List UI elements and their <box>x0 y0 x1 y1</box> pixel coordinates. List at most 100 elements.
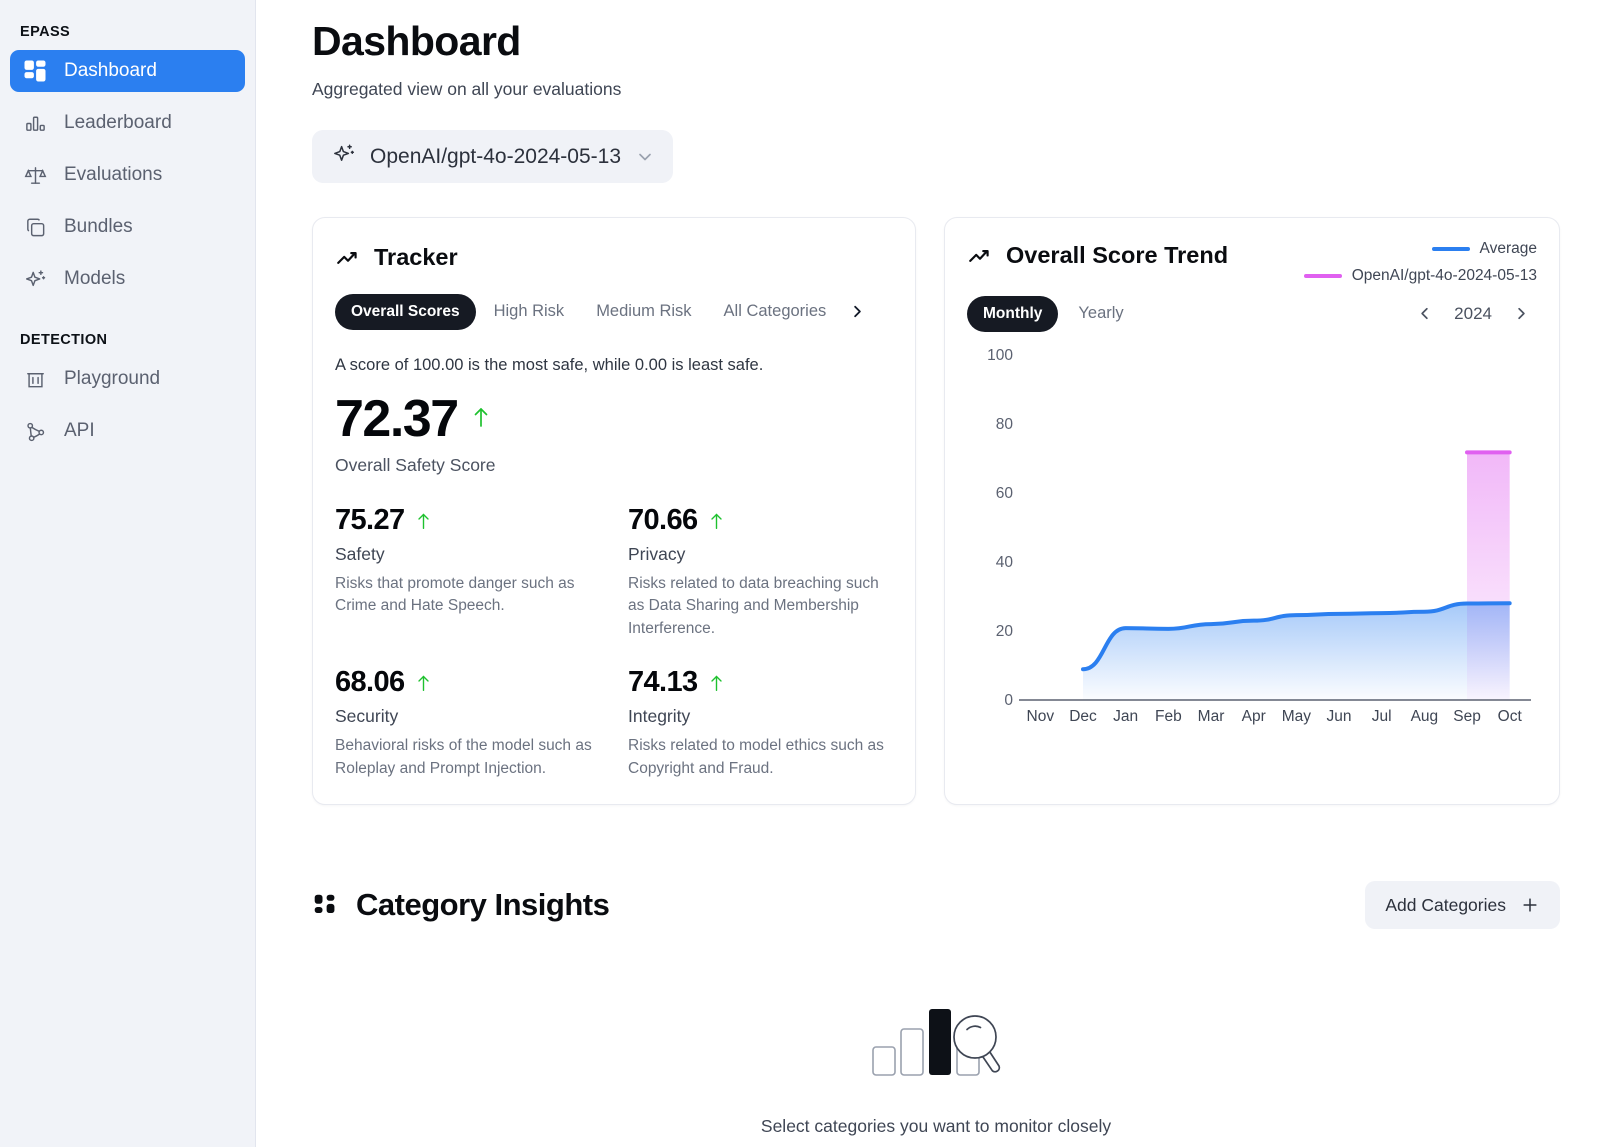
x-tick-label: Sep <box>1453 708 1481 725</box>
chevron-right-icon[interactable] <box>1512 304 1531 323</box>
main-content: Dashboard Aggregated view on all your ev… <box>256 0 1600 1147</box>
granularity-yearly[interactable]: Yearly <box>1064 295 1137 332</box>
year-value: 2024 <box>1454 303 1492 323</box>
category-insights-title-group: Category Insights <box>312 887 610 923</box>
trend-up-arrow-icon <box>709 674 724 692</box>
trend-up-arrow-icon <box>709 512 724 530</box>
playground-icon <box>22 366 48 392</box>
sidebar-item-label: Models <box>64 268 126 289</box>
trending-up-icon <box>967 243 993 269</box>
x-tick-label: Dec <box>1069 708 1097 725</box>
y-tick-label: 0 <box>1004 692 1013 709</box>
x-tick-label: May <box>1281 708 1312 725</box>
metric-name: Safety <box>335 544 385 564</box>
sidebar-item-label: Bundles <box>64 216 133 237</box>
y-tick-label: 20 <box>995 623 1013 640</box>
trend-chart: 100 80 60 40 20 0 Nov Dec Jan Feb Mar Ap… <box>967 347 1539 746</box>
metric-value: 70.66 <box>628 504 698 536</box>
model-selector[interactable]: OpenAI/gpt-4o-2024-05-13 <box>312 130 674 183</box>
year-navigator: 2024 <box>1415 304 1539 324</box>
granularity-monthly[interactable]: Monthly <box>967 295 1059 332</box>
sidebar-item-label: API <box>64 420 95 441</box>
y-tick-label: 60 <box>995 485 1013 502</box>
sidebar-item-models[interactable]: Models <box>10 258 245 300</box>
trending-up-icon <box>335 245 361 271</box>
y-tick-label: 40 <box>995 554 1013 571</box>
chart-legend: Average OpenAI/gpt-4o-2024-05-13 <box>1303 240 1537 294</box>
scales-icon <box>22 162 48 188</box>
sidebar-item-evaluations[interactable]: Evaluations <box>10 154 245 196</box>
sidebar-item-dashboard[interactable]: Dashboard <box>10 50 245 92</box>
page-subtitle: Aggregated view on all your evaluations <box>312 79 622 99</box>
metric-description: Risks related to data breaching such as … <box>628 575 879 637</box>
sidebar-item-bundles[interactable]: Bundles <box>10 206 245 248</box>
x-tick-label: Jan <box>1113 708 1139 725</box>
sidebar-section-label-epass: EPASS <box>20 24 71 40</box>
chart-svg <box>1019 356 1531 701</box>
tracker-metric-grid: 75.27 Safety Risks that promote danger s… <box>335 504 893 780</box>
tracker-title: Tracker <box>374 244 458 270</box>
metric-value: 68.06 <box>335 666 405 699</box>
tracker-tabs: Overall Scores High Risk Medium Risk All… <box>335 293 893 330</box>
tracker-card-header: Tracker <box>335 244 893 271</box>
tracker-tab-all-categories[interactable]: All Categories <box>710 293 841 330</box>
x-tick-label: Oct <box>1497 708 1522 725</box>
metric-value: 74.13 <box>628 666 698 699</box>
x-tick-label: Aug <box>1410 708 1439 725</box>
legend-swatch-model <box>1303 274 1342 278</box>
overall-score-trend-card: Overall Score Trend Average OpenAI/gpt-4… <box>944 217 1560 806</box>
chart-x-axis: Nov Dec Jan Feb Mar Apr May Jun Jul Aug … <box>1019 708 1531 726</box>
metric-security: 68.06 Security Behavioral risks of the m… <box>335 666 600 780</box>
tracker-tab-high-risk[interactable]: High Risk <box>480 293 579 330</box>
x-tick-label: Apr <box>1241 708 1266 725</box>
sidebar: EPASS Dashboard Leaderboard Evaluations … <box>0 0 256 1147</box>
legend-item-model: OpenAI/gpt-4o-2024-05-13 <box>1303 267 1537 285</box>
metric-safety: 75.27 Safety Risks that promote danger s… <box>335 504 600 640</box>
overall-safety-score: 72.37 <box>335 389 893 449</box>
legend-swatch-average <box>1431 247 1470 251</box>
tracker-card: Tracker Overall Scores High Risk Medium … <box>312 217 916 806</box>
tracker-tabs-next-icon[interactable] <box>848 302 867 321</box>
add-categories-button[interactable]: Add Categories <box>1365 881 1560 930</box>
tracker-tab-overall-scores[interactable]: Overall Scores <box>335 293 476 330</box>
sidebar-item-label: Evaluations <box>64 164 163 185</box>
sidebar-item-api[interactable]: API <box>10 410 245 452</box>
metric-description: Risks that promote danger such as Crime … <box>335 575 575 615</box>
category-insights-title: Category Insights <box>356 887 610 923</box>
legend-item-average: Average <box>1304 240 1537 258</box>
tracker-tab-medium-risk[interactable]: Medium Risk <box>582 293 705 330</box>
metric-name: Privacy <box>628 544 686 564</box>
sidebar-section-label-detection: DETECTION <box>20 332 108 348</box>
tracker-scale-note: A score of 100.00 is the most safe, whil… <box>335 356 764 374</box>
trend-up-arrow-icon <box>416 674 431 692</box>
add-categories-label: Add Categories <box>1385 894 1506 915</box>
app-root: EPASS Dashboard Leaderboard Evaluations … <box>0 0 1600 1147</box>
metric-integrity: 74.13 Integrity Risks related to model e… <box>628 666 893 780</box>
x-tick-label: Jul <box>1371 708 1392 725</box>
sidebar-item-label: Dashboard <box>64 60 157 81</box>
api-node-icon <box>22 418 48 444</box>
metric-name: Integrity <box>628 706 691 727</box>
metric-name: Security <box>335 706 399 727</box>
sparkle-icon <box>332 142 356 171</box>
x-tick-label: Feb <box>1154 708 1182 725</box>
series-average-area <box>1083 603 1510 700</box>
page-title: Dashboard <box>312 18 521 64</box>
x-tick-label: Mar <box>1197 708 1225 725</box>
chevron-left-icon[interactable] <box>1415 304 1434 323</box>
chart-plot-area <box>1019 356 1531 701</box>
category-insights-empty-state: Select categories you want to monitor cl… <box>312 1001 1560 1137</box>
cards-row: Tracker Overall Scores High Risk Medium … <box>312 217 1560 806</box>
sidebar-item-playground[interactable]: Playground <box>10 358 245 400</box>
empty-state-text: Select categories you want to monitor cl… <box>760 1116 1112 1137</box>
legend-label: OpenAI/gpt-4o-2024-05-13 <box>1351 267 1537 284</box>
sidebar-item-leaderboard[interactable]: Leaderboard <box>10 102 245 144</box>
trend-controls: Monthly Yearly 2024 <box>967 295 1539 332</box>
granularity-toggle: Monthly Yearly <box>967 295 1138 332</box>
copy-stack-icon <box>22 214 48 240</box>
legend-label: Average <box>1479 240 1537 257</box>
overall-score-value: 72.37 <box>335 390 459 448</box>
trend-title: Overall Score Trend <box>1006 242 1229 268</box>
chevron-down-icon <box>635 147 655 167</box>
trend-up-arrow-icon <box>472 406 490 432</box>
